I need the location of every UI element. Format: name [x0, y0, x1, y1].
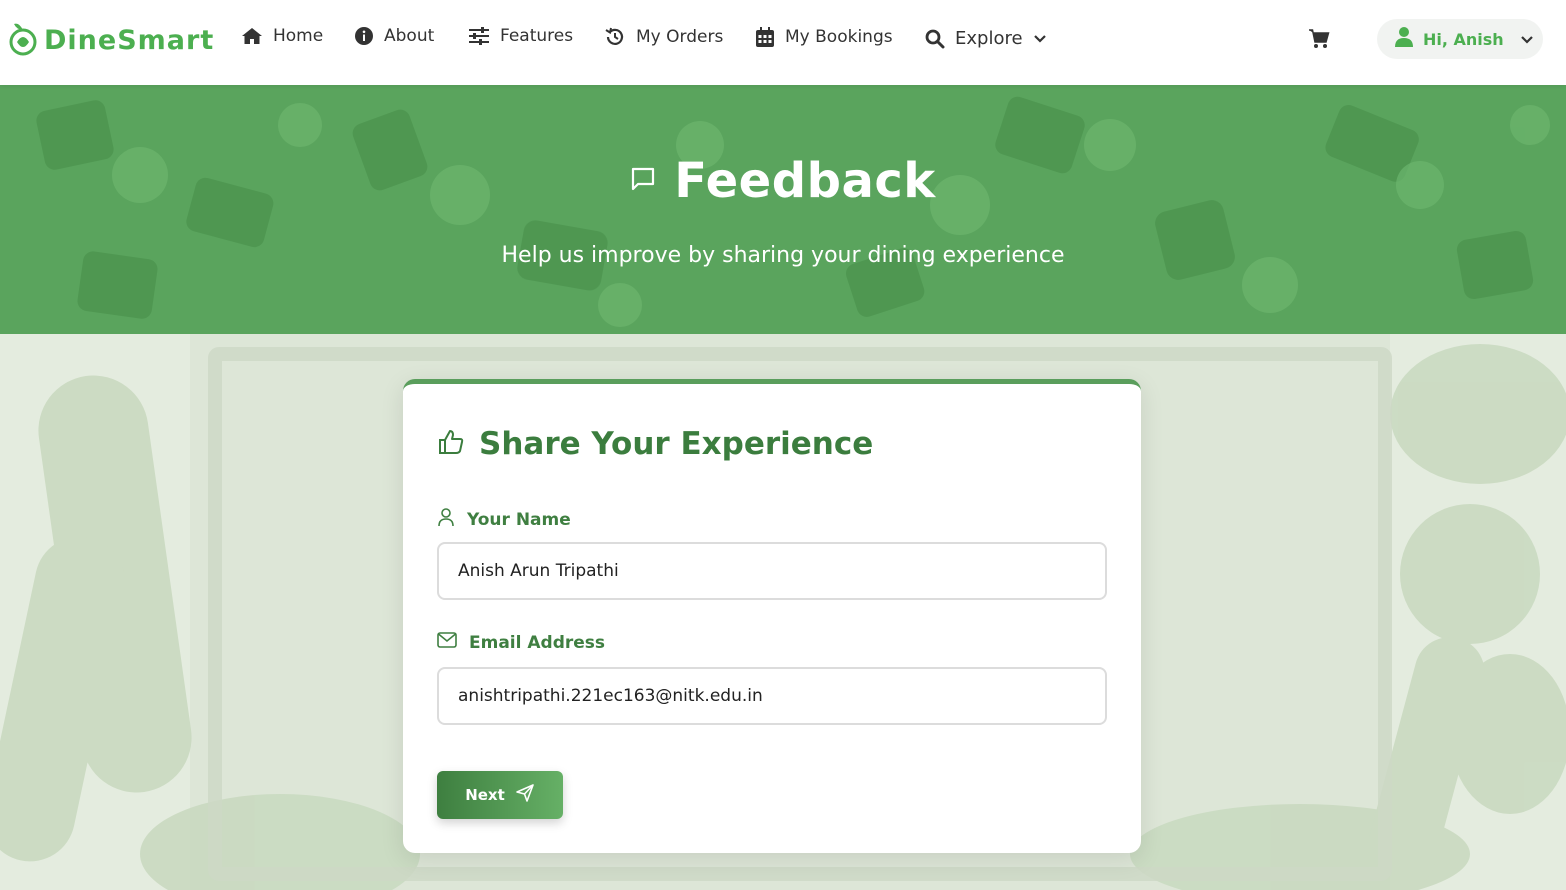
page-subtitle: Help us improve by sharing your dining e… — [501, 243, 1065, 268]
nav-my-bookings-label: My Bookings — [785, 27, 893, 47]
user-greeting: Hi, Anish — [1423, 29, 1504, 49]
search-icon — [925, 29, 945, 49]
user-menu-button[interactable]: Hi, Anish — [1377, 19, 1543, 59]
send-icon — [515, 783, 535, 807]
nav-home[interactable]: Home — [241, 26, 323, 46]
nav-my-orders-label: My Orders — [636, 27, 724, 47]
hero-banner: Feedback Help us improve by sharing your… — [0, 85, 1566, 334]
thumbs-up-icon — [437, 428, 465, 460]
hero-background-pattern — [36, 96, 1550, 327]
person-icon — [437, 507, 455, 532]
form-title-row: Share Your Experience — [437, 426, 873, 462]
navbar: DineSmart Home About Features My Orders — [0, 0, 1566, 85]
brand-logo[interactable]: DineSmart — [8, 18, 214, 62]
next-button-label: Next — [465, 786, 505, 804]
page-title: Feedback — [674, 153, 936, 209]
chat-bubble-icon — [630, 166, 656, 196]
nav-about[interactable]: About — [354, 26, 434, 46]
info-icon — [354, 26, 374, 46]
name-label-text: Your Name — [467, 509, 571, 530]
calendar-icon — [755, 26, 775, 48]
email-label-text: Email Address — [469, 632, 606, 653]
sliders-icon — [468, 26, 490, 46]
nav-explore-label: Explore — [955, 28, 1023, 49]
nav-features[interactable]: Features — [468, 26, 573, 46]
cart-icon — [1308, 29, 1330, 54]
nav-my-orders[interactable]: My Orders — [604, 26, 723, 48]
form-title: Share Your Experience — [479, 426, 874, 462]
chevron-down-icon — [1033, 34, 1047, 44]
history-icon — [604, 26, 626, 48]
nav-features-label: Features — [500, 26, 574, 46]
name-input[interactable] — [437, 542, 1107, 600]
brand-name: DineSmart — [44, 24, 215, 56]
chevron-down-icon — [1520, 30, 1534, 49]
nav-home-label: Home — [273, 26, 324, 46]
feedback-form-card: Share Your Experience Your Name Email Ad… — [403, 379, 1141, 853]
cart-button[interactable] — [1308, 28, 1330, 54]
hero-title-row: Feedback — [0, 153, 1566, 209]
home-icon — [241, 26, 263, 46]
mail-icon — [437, 632, 457, 653]
user-icon — [1395, 26, 1413, 52]
email-input[interactable] — [437, 667, 1107, 725]
leaf-logo-icon — [8, 18, 38, 62]
nav-explore-dropdown[interactable]: Explore — [925, 28, 1047, 49]
name-field-label: Your Name — [437, 507, 571, 532]
email-field-label: Email Address — [437, 632, 605, 653]
next-button[interactable]: Next — [437, 771, 563, 819]
nav-about-label: About — [384, 26, 435, 46]
nav-my-bookings[interactable]: My Bookings — [755, 26, 893, 48]
